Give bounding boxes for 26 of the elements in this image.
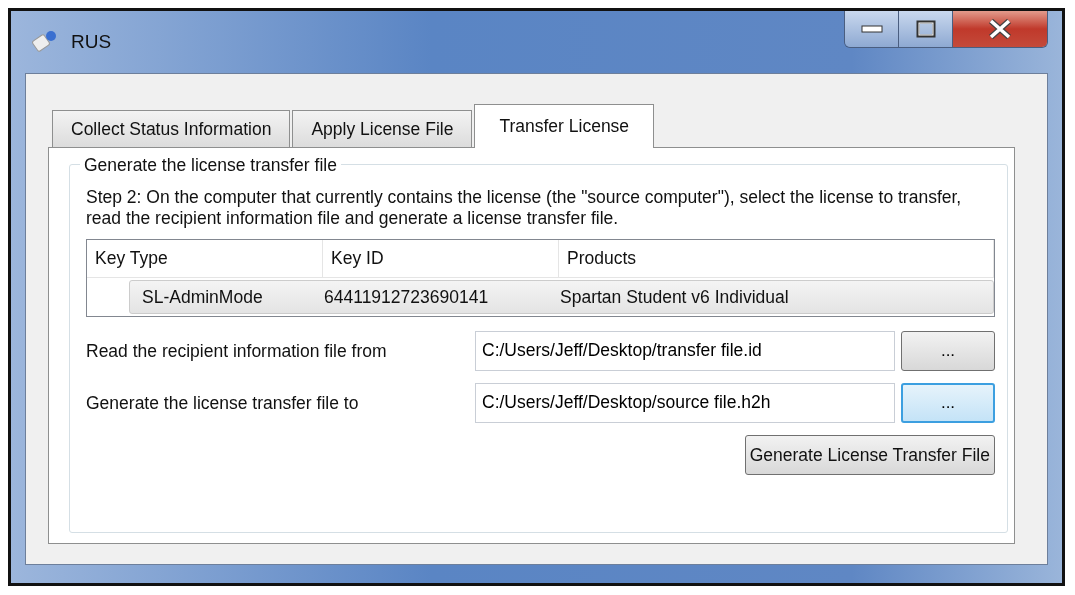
minimize-icon [860, 25, 883, 33]
browse-button[interactable]: ... [901, 382, 995, 423]
path-field[interactable]: C:/Users/Jeff/Desktop/source file.h2h [475, 382, 895, 423]
browse-button[interactable]: ... [901, 330, 995, 371]
field-label: Generate the license transfer file to [86, 391, 360, 415]
window-title: RUS [71, 29, 112, 54]
instructions-text: Step 2: On the computer that currently contains the license (the "source computer"), select the license to transfer, read the recipient information file and generate a license transfer file. [86, 187, 963, 230]
tab[interactable]: Collect Status Information [52, 110, 291, 148]
close-icon [987, 18, 1013, 40]
column-header[interactable]: Products [559, 240, 994, 277]
app-icon [31, 29, 59, 55]
tab[interactable]: Apply License File [292, 110, 473, 148]
table-cell-text: 64411912723690141 [324, 285, 490, 309]
column-header[interactable]: Key Type [87, 240, 323, 277]
table-row[interactable]: SL-AdminMode 64411912723690141 Spartan Student v6 Individual [129, 279, 994, 314]
tab[interactable]: Transfer License [474, 104, 655, 149]
maximize-button[interactable] [899, 11, 953, 47]
minimize-button[interactable] [845, 11, 899, 47]
table-cell-text: Spartan Student v6 Individual [560, 285, 790, 309]
maximize-icon [915, 20, 936, 38]
close-button[interactable] [953, 11, 1047, 47]
table-cell-text: SL-AdminMode [141, 285, 264, 309]
column-header[interactable]: Key ID [323, 240, 559, 277]
generate-button[interactable]: Generate License Transfer File [744, 434, 995, 475]
field-label: Read the recipient information file from [86, 339, 388, 363]
path-field[interactable]: C:/Users/Jeff/Desktop/transfer file.id [475, 330, 895, 371]
